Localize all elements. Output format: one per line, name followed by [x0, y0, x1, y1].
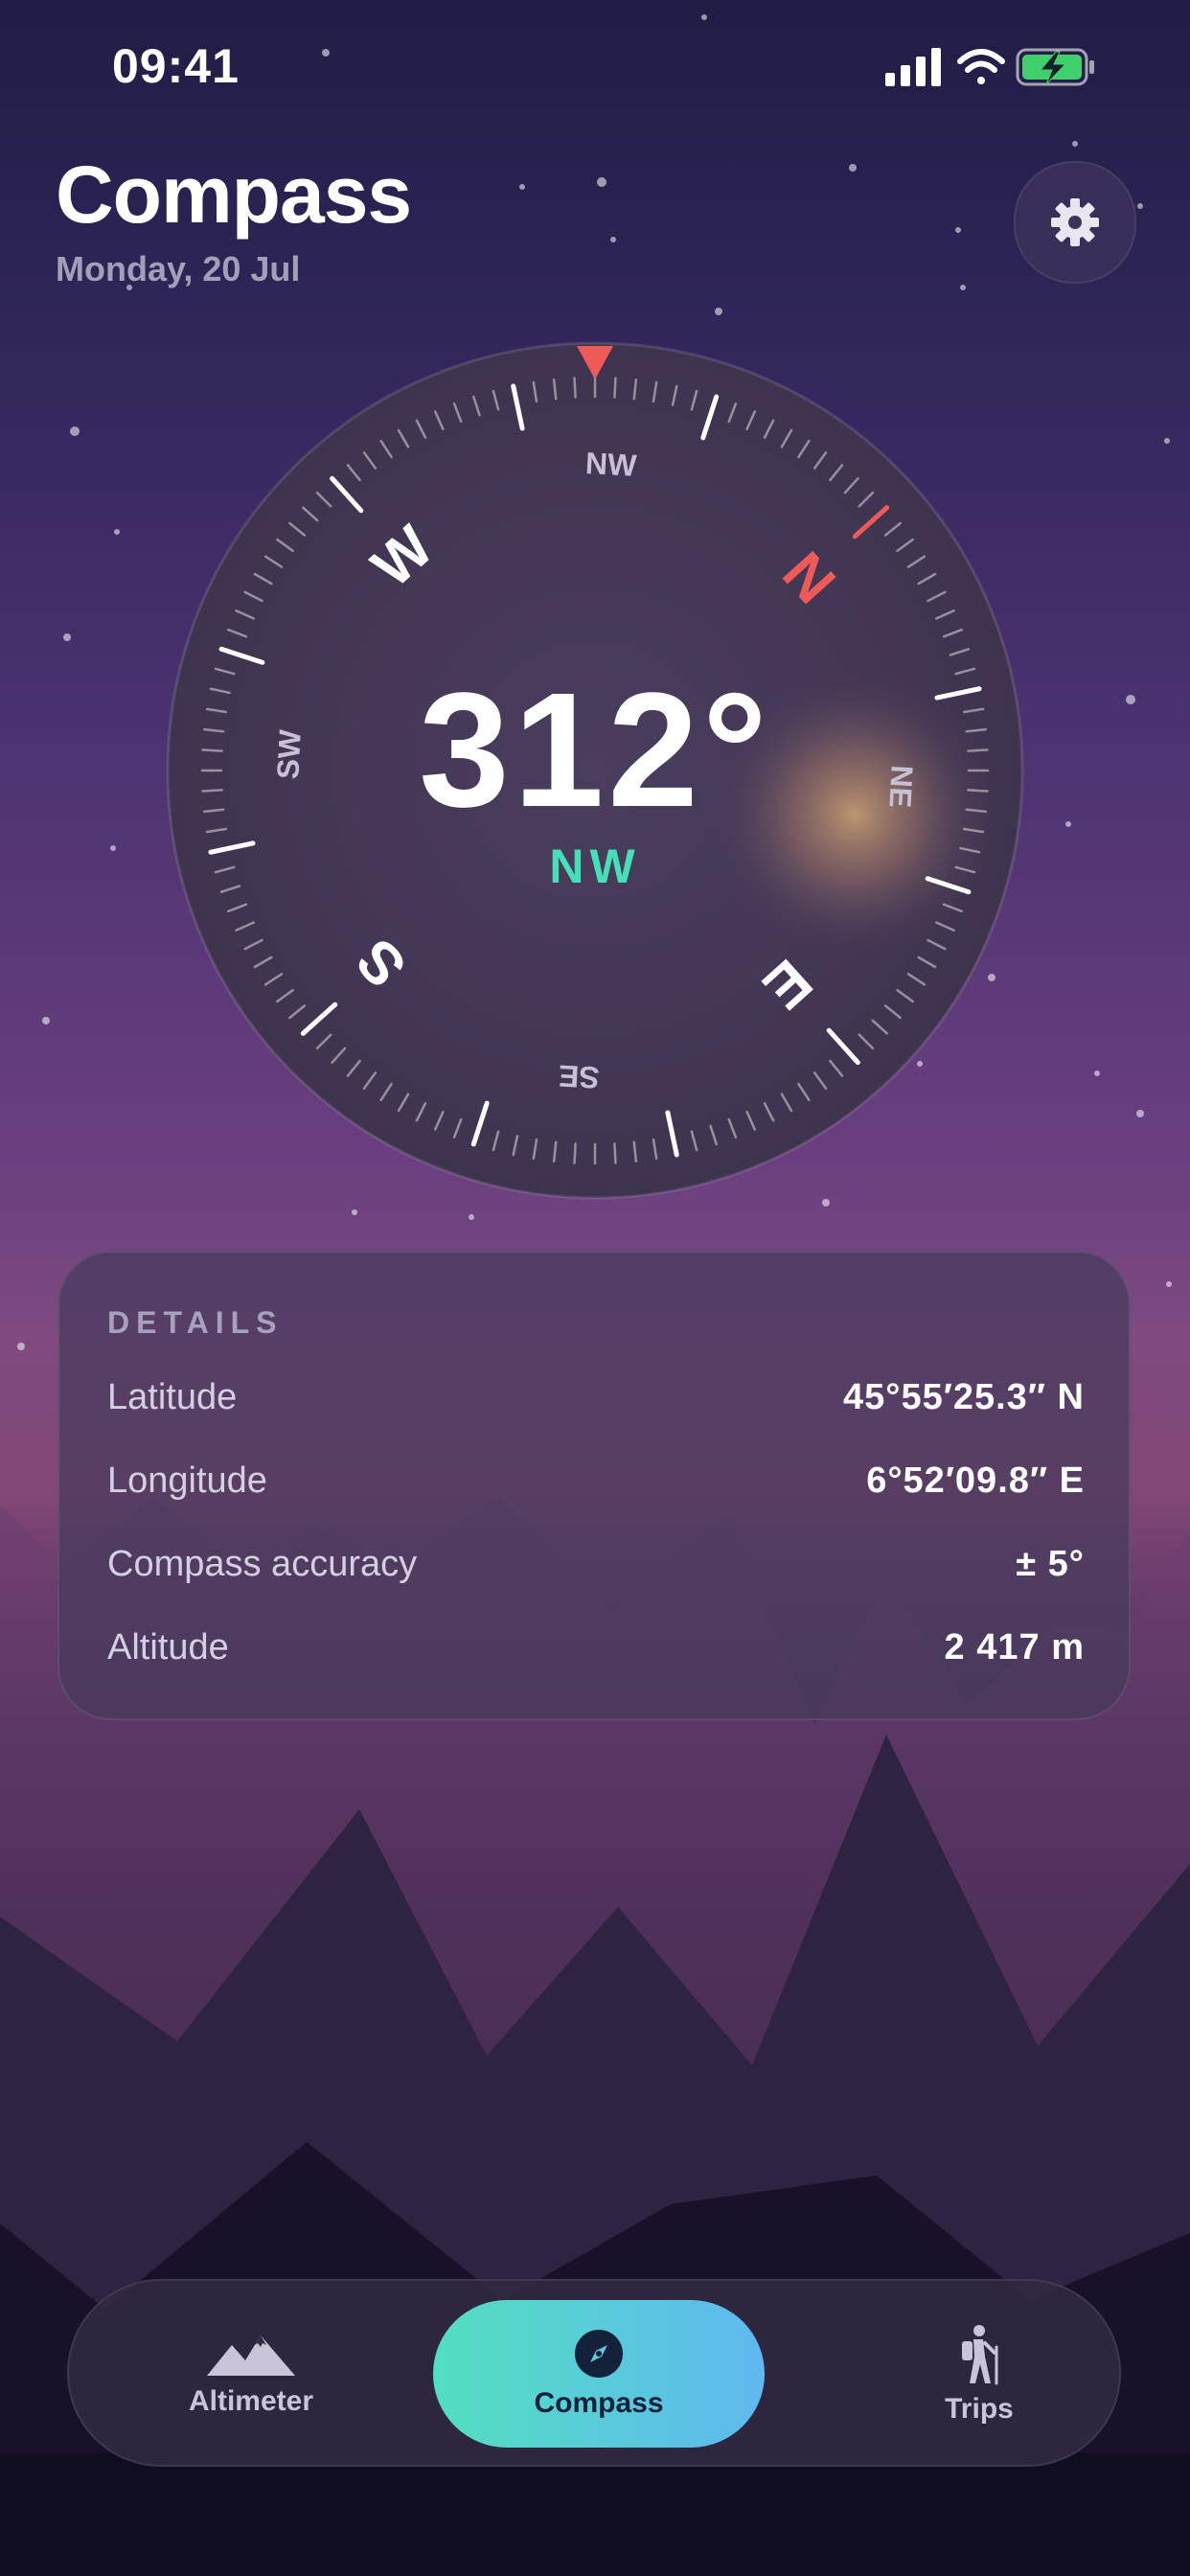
tab-altimeter[interactable]: Altimeter: [126, 2281, 376, 2469]
compass-icon: [575, 2330, 623, 2378]
mountains-icon: [207, 2335, 295, 2376]
detail-label: Compass accuracy: [107, 1544, 418, 1584]
minor-tick: [613, 1142, 617, 1164]
detail-value: 6°52′09.8″ E: [866, 1460, 1085, 1501]
status-icons: [885, 48, 1094, 86]
detail-label: Latitude: [107, 1377, 238, 1417]
detail-row-altitude: Altitude 2 417 m: [107, 1627, 1085, 1685]
tab-bar: Altimeter Compass Trips: [67, 2279, 1121, 2467]
battery-charging-icon: [1016, 48, 1094, 86]
tab-compass[interactable]: Compass: [433, 2300, 765, 2448]
signal-icon: [885, 48, 941, 86]
detail-value: 45°55′25.3″ N: [842, 1377, 1085, 1417]
heading-cardinal: NW: [549, 840, 641, 893]
minor-tick: [613, 377, 617, 399]
details-card: DETAILS Latitude 45°55′25.3″ N Longitude…: [57, 1251, 1131, 1720]
page-title: Compass: [56, 150, 412, 240]
detail-row-longitude: Longitude 6°52′09.8″ E: [107, 1460, 1085, 1518]
hiker-icon: [962, 2325, 998, 2385]
wifi-icon: [957, 49, 1005, 84]
status-bar: 09:41: [0, 38, 1190, 96]
gear-icon: [1051, 198, 1099, 246]
minor-tick: [573, 1142, 577, 1164]
page-date: Monday, 20 Jul: [56, 249, 301, 288]
compass-dial[interactable]: N NE E SE S SW W NW 312° NW: [165, 340, 1025, 1201]
tab-label: Altimeter: [188, 2385, 314, 2417]
dial-label-se: SE: [558, 1058, 601, 1094]
detail-row-accuracy: Compass accuracy ± 5°: [107, 1544, 1085, 1601]
tab-trips[interactable]: Trips: [883, 2281, 1075, 2469]
tab-label: Trips: [945, 2393, 1014, 2425]
detail-value: ± 5°: [1016, 1544, 1085, 1584]
detail-label: Altitude: [107, 1627, 229, 1668]
minor-tick: [573, 377, 577, 399]
status-time: 09:41: [112, 39, 240, 93]
heading-degrees: 312°: [419, 659, 771, 841]
detail-row-latitude: Latitude 45°55′25.3″ N: [107, 1377, 1085, 1435]
detail-label: Longitude: [107, 1460, 267, 1501]
details-heading: DETAILS: [107, 1305, 284, 1340]
settings-button[interactable]: [1014, 161, 1136, 284]
detail-value: 2 417 m: [944, 1627, 1085, 1668]
dial-label-nw: NW: [584, 446, 638, 483]
tab-label: Compass: [534, 2387, 664, 2419]
